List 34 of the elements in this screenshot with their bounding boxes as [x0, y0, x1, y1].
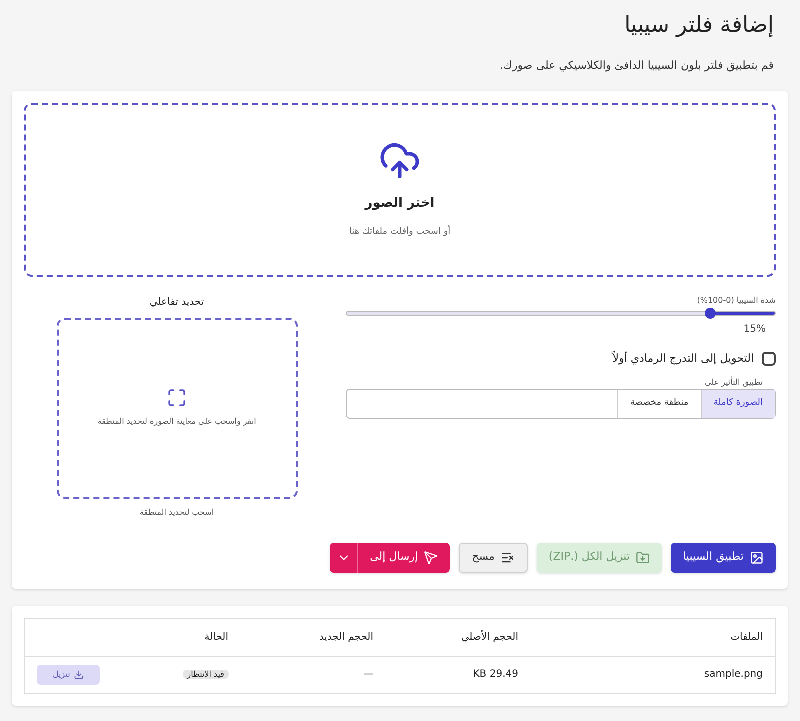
checkbox-label: التحويل إلى التدرج الرمادي أولاً — [612, 350, 754, 367]
column-header: الحجم الأصلي — [386, 618, 530, 656]
crop-caption: اسحب لتحديد المنطقة — [140, 506, 214, 518]
dropdown-button[interactable] — [330, 542, 358, 572]
slider-value: 15% — [742, 322, 766, 336]
clear-list-icon — [500, 550, 515, 564]
slider-thumb[interactable] — [704, 308, 716, 318]
slider-label: شدة السيبيا (0-100%) — [696, 294, 776, 306]
page-title: إضافة فلتر سيبيا — [624, 12, 775, 40]
upload-title: اختر الصور — [365, 195, 435, 213]
send-to-button[interactable]: إرسال إلى — [358, 542, 450, 572]
column-header: الحجم الجديد — [240, 618, 386, 656]
send-icon — [424, 550, 438, 564]
crop-hint: انقر واسحب على معاينة الصورة لتحديد المنطقة — [98, 416, 256, 428]
status-chip: قيد الانتظار — [183, 670, 228, 679]
folder-icon — [636, 550, 650, 564]
crop-area[interactable]: انقر واسحب على معاينة الصورة لتحديد المنطقة — [56, 318, 298, 498]
new-size-cell: — — [240, 656, 386, 693]
toggle-option[interactable]: الصورة كاملة — [700, 390, 775, 418]
clear-button[interactable]: مسح — [459, 542, 528, 572]
apply-button[interactable]: تطبيق السيبيا — [671, 542, 776, 572]
slider-track[interactable] — [346, 310, 776, 316]
upload-dropzone[interactable]: اختر الصور أو اسحب وأفلت ملفاتك هنا — [24, 102, 776, 276]
crop-icon — [167, 388, 187, 408]
page-description: قم بتطبيق فلتر بلون السيبيا الدافئ والكلاسيكي على صورك. — [498, 58, 775, 74]
crop-title: تحديد تفاعلي — [150, 296, 204, 310]
column-header: الملفات — [530, 618, 776, 656]
file-name-cell: sample.png — [530, 656, 776, 693]
download-icon — [74, 670, 84, 680]
upload-hint: أو اسحب وأفلت ملفاتك هنا — [349, 226, 451, 238]
checkbox[interactable] — [762, 352, 776, 366]
column-header: الحالة — [145, 618, 240, 656]
image-icon — [750, 550, 764, 564]
original-size-cell: 29.49 KB — [386, 656, 530, 693]
